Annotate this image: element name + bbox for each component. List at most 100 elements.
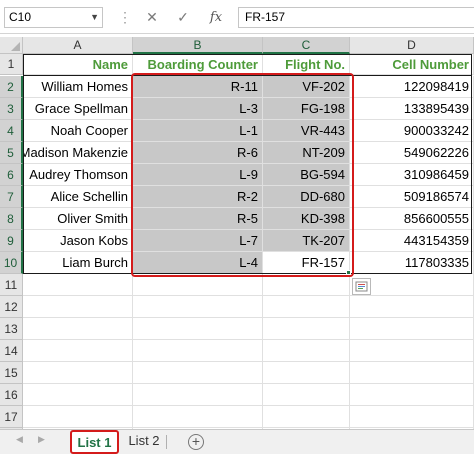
row-header-10[interactable]: 10: [0, 252, 23, 274]
cell-c5[interactable]: NT-209: [263, 142, 350, 164]
enter-icon[interactable]: ✓: [172, 7, 194, 28]
cell-d15[interactable]: [350, 362, 474, 384]
cell-b7[interactable]: R-2: [133, 186, 263, 208]
column-header-b[interactable]: B: [133, 37, 263, 54]
row-header-1[interactable]: 1: [0, 54, 23, 75]
cell-b10[interactable]: L-4: [133, 252, 263, 274]
cell-d2[interactable]: 122098419: [350, 76, 474, 98]
cell-a3[interactable]: Grace Spellman: [23, 98, 133, 120]
cell-d3[interactable]: 133895439: [350, 98, 474, 120]
cell-b11[interactable]: [133, 274, 263, 296]
cell-c9[interactable]: TK-207: [263, 230, 350, 252]
scroll-left-icon[interactable]: ◀: [16, 434, 23, 445]
cell-b1[interactable]: Boarding Counter: [133, 54, 263, 75]
row-header-15[interactable]: 15: [0, 362, 23, 384]
cell-c8[interactable]: KD-398: [263, 208, 350, 230]
cell-a1[interactable]: Name: [23, 54, 133, 75]
cell-c16[interactable]: [263, 384, 350, 406]
cell-d16[interactable]: [350, 384, 474, 406]
cell-b14[interactable]: [133, 340, 263, 362]
cell-c6[interactable]: BG-594: [263, 164, 350, 186]
column-header-d[interactable]: D: [350, 37, 474, 54]
cell-a6[interactable]: Audrey Thomson: [23, 164, 133, 186]
row-header-5[interactable]: 5: [0, 142, 23, 164]
row-header-6[interactable]: 6: [0, 164, 23, 186]
cell-c2[interactable]: VF-202: [263, 76, 350, 98]
sheet-tab-list-2[interactable]: List 2: [122, 430, 166, 454]
cell-d9[interactable]: 443154359: [350, 230, 474, 252]
cell-a12[interactable]: [23, 296, 133, 318]
cell-b3[interactable]: L-3: [133, 98, 263, 120]
cell-c3[interactable]: FG-198: [263, 98, 350, 120]
chevron-down-icon[interactable]: ▼: [90, 8, 99, 27]
cell-a4[interactable]: Noah Cooper: [23, 120, 133, 142]
row-header-17[interactable]: 17: [0, 406, 23, 428]
row-header-13[interactable]: 13: [0, 318, 23, 340]
cell-a7[interactable]: Alice Schellin: [23, 186, 133, 208]
row-header-4[interactable]: 4: [0, 120, 23, 142]
cell-d17[interactable]: [350, 406, 474, 428]
insert-function-icon[interactable]: fx: [205, 7, 227, 28]
cell-d8[interactable]: 856600555: [350, 208, 474, 230]
formula-input[interactable]: FR-157: [238, 7, 474, 28]
add-sheet-icon[interactable]: +: [188, 434, 204, 450]
cell-a16[interactable]: [23, 384, 133, 406]
cell-a8[interactable]: Oliver Smith: [23, 208, 133, 230]
row-header-16[interactable]: 16: [0, 384, 23, 406]
cell-a15[interactable]: [23, 362, 133, 384]
cell-c17[interactable]: [263, 406, 350, 428]
cell-b5[interactable]: R-6: [133, 142, 263, 164]
row-header-14[interactable]: 14: [0, 340, 23, 362]
cell-b16[interactable]: [133, 384, 263, 406]
row-header-8[interactable]: 8: [0, 208, 23, 230]
cell-c1[interactable]: Flight No.: [263, 54, 350, 75]
cell-c10[interactable]: FR-157: [263, 252, 350, 274]
cell-d14[interactable]: [350, 340, 474, 362]
cell-d5[interactable]: 549062226: [350, 142, 474, 164]
cell-b9[interactable]: L-7: [133, 230, 263, 252]
fill-handle[interactable]: [346, 270, 351, 275]
name-box[interactable]: C10 ▼: [4, 7, 103, 28]
cell-d6[interactable]: 310986459: [350, 164, 474, 186]
row-header-11[interactable]: 11: [0, 274, 23, 296]
cell-a14[interactable]: [23, 340, 133, 362]
cell-a5[interactable]: Madison Makenzie: [23, 142, 133, 164]
cell-a17[interactable]: [23, 406, 133, 428]
quick-analysis-button[interactable]: [352, 278, 371, 295]
cell-a9[interactable]: Jason Kobs: [23, 230, 133, 252]
row-header-7[interactable]: 7: [0, 186, 23, 208]
row-header-2[interactable]: 2: [0, 76, 23, 98]
cell-c4[interactable]: VR-443: [263, 120, 350, 142]
cell-a2[interactable]: William Homes: [23, 76, 133, 98]
cell-d10[interactable]: 117803335: [350, 252, 474, 274]
select-all-corner[interactable]: [0, 37, 23, 54]
row-header-12[interactable]: 12: [0, 296, 23, 318]
cell-c7[interactable]: DD-680: [263, 186, 350, 208]
cell-c15[interactable]: [263, 362, 350, 384]
cell-d4[interactable]: 900033242: [350, 120, 474, 142]
cell-b17[interactable]: [133, 406, 263, 428]
cell-a10[interactable]: Liam Burch: [23, 252, 133, 274]
cell-d7[interactable]: 509186574: [350, 186, 474, 208]
cell-d12[interactable]: [350, 296, 474, 318]
cell-d13[interactable]: [350, 318, 474, 340]
cell-c13[interactable]: [263, 318, 350, 340]
cell-d1[interactable]: Cell Number: [350, 54, 474, 75]
column-header-a[interactable]: A: [23, 37, 133, 54]
column-header-c[interactable]: C: [263, 37, 350, 54]
cell-b8[interactable]: R-5: [133, 208, 263, 230]
row-header-9[interactable]: 9: [0, 230, 23, 252]
cell-a13[interactable]: [23, 318, 133, 340]
cell-c11[interactable]: [263, 274, 350, 296]
row-header-3[interactable]: 3: [0, 98, 23, 120]
cell-b12[interactable]: [133, 296, 263, 318]
cell-b13[interactable]: [133, 318, 263, 340]
cell-a11[interactable]: [23, 274, 133, 296]
scroll-right-icon[interactable]: ▶: [38, 434, 45, 445]
cell-b4[interactable]: L-1: [133, 120, 263, 142]
cell-c14[interactable]: [263, 340, 350, 362]
cell-b15[interactable]: [133, 362, 263, 384]
sheet-tab-list-1[interactable]: List 1: [70, 430, 119, 454]
cell-b6[interactable]: L-9: [133, 164, 263, 186]
cell-c12[interactable]: [263, 296, 350, 318]
